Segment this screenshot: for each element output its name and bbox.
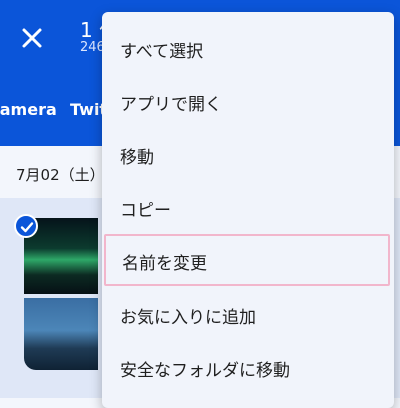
menu-item-open-with-app[interactable]: アプリで開く: [102, 75, 394, 127]
photo-lighthouse[interactable]: [24, 298, 98, 370]
menu-item-add-to-favorites[interactable]: お気に入りに追加: [102, 288, 394, 340]
overflow-menu: すべて選択 アプリで開く 移動 コピー 名前を変更 お気に入りに追加 安全なフォ…: [102, 12, 394, 408]
menu-item-copy[interactable]: コピー: [102, 181, 394, 233]
selected-check-icon[interactable]: [14, 214, 38, 238]
menu-item-select-all[interactable]: すべて選択: [102, 22, 394, 74]
close-icon[interactable]: [16, 22, 48, 54]
menu-item-rename[interactable]: 名前を変更: [104, 234, 390, 286]
menu-item-move[interactable]: 移動: [102, 128, 394, 180]
menu-item-move-to-secure-folder[interactable]: 安全なフォルダに移動: [102, 341, 394, 393]
date-header: 7月02（土）: [16, 166, 105, 184]
tab-camera[interactable]: Camera: [0, 100, 57, 119]
